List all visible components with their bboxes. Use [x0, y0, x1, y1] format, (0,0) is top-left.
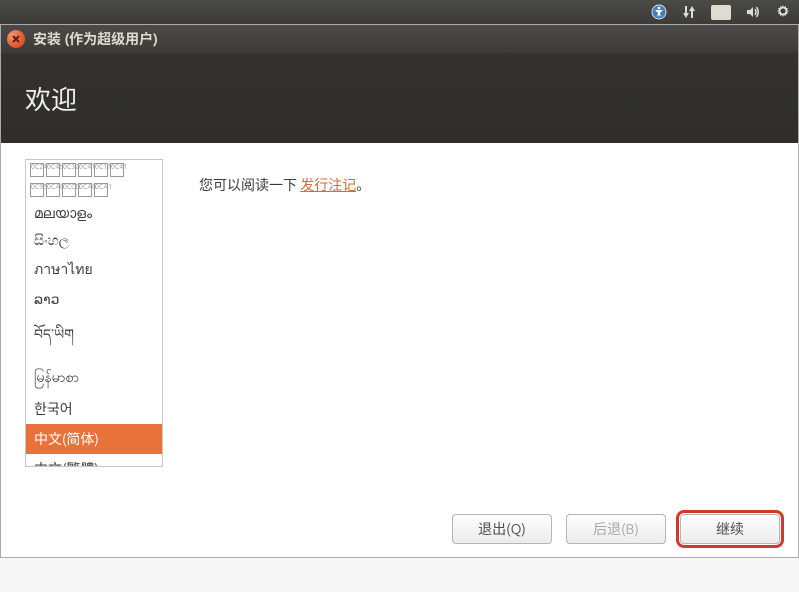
input-method-indicator[interactable]: Zh [711, 5, 731, 20]
titlebar: 安装 (作为超级用户) [1, 25, 798, 53]
settings-icon[interactable] [775, 4, 791, 20]
continue-button[interactable]: 继续 [680, 514, 780, 544]
accessibility-icon[interactable] [651, 4, 667, 20]
back-button: 后退(B) [566, 514, 666, 544]
window-title: 安装 (作为超级用户) [33, 29, 158, 49]
close-button[interactable] [7, 30, 25, 48]
quit-button[interactable]: 退出(Q) [452, 514, 552, 544]
page-title: 欢迎 [25, 80, 77, 117]
sound-icon[interactable] [745, 4, 761, 20]
list-item[interactable]: ລາວ [26, 286, 162, 313]
list-item[interactable]: 0C240C460C320C410C170C41 [26, 160, 162, 180]
installer-window: 安装 (作为超级用户) 欢迎 0C240C460C320C410C170C41 … [0, 24, 799, 558]
list-item[interactable]: မြန်မာစာ [26, 363, 162, 394]
list-item[interactable]: සිංහල [26, 227, 162, 254]
list-item[interactable]: ภาษาไทย [26, 254, 162, 286]
list-item[interactable]: മലയാളം [26, 200, 162, 227]
list-item[interactable]: 0C950CA80CCD0CA80CA1 [26, 180, 162, 200]
list-item[interactable]: 한국어 [26, 394, 162, 424]
footer: 退出(Q) 后退(B) 继续 [1, 501, 798, 557]
network-icon[interactable] [681, 4, 697, 20]
header: 欢迎 [1, 53, 798, 143]
body-text: 您可以阅读一下 发行注记。 [199, 159, 774, 493]
language-list[interactable]: 0C240C460C320C410C170C41 0C950CA80CCD0CA… [25, 159, 163, 467]
body-suffix: 。 [356, 177, 370, 193]
list-item[interactable]: བོད་ཡིག [26, 313, 162, 363]
release-notes-link[interactable]: 发行注记 [300, 177, 356, 193]
top-panel: Zh [0, 0, 799, 24]
list-item[interactable]: 中文(简体) [26, 424, 162, 454]
list-item[interactable]: 中文(繁體) [26, 454, 162, 467]
body-prefix: 您可以阅读一下 [199, 177, 300, 193]
content: 0C240C460C320C410C170C41 0C950CA80CCD0CA… [1, 143, 798, 501]
